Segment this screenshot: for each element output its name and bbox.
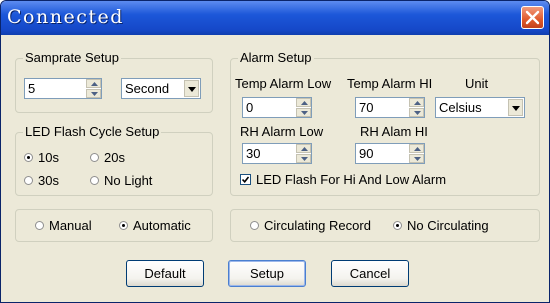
arrow-down-icon [301,111,308,115]
led-radio-no-light-label: No Light [104,173,153,188]
radio-indicator [24,176,33,185]
rh-low-spin-up-button[interactable] [296,144,311,153]
arrow-up-icon [414,101,421,105]
rh-alarm-hi-label: RH Alam HI [360,124,428,139]
arrow-down-icon [301,157,308,161]
arrow-up-icon [414,147,421,151]
samprate-unit-select[interactable]: Second [121,78,201,99]
samprate-input[interactable] [25,79,86,98]
alarm-legend: Alarm Setup [238,50,314,66]
samprate-unit-dropdown-button[interactable] [184,80,199,97]
led-radio-20s-label: 20s [104,150,125,165]
unit-select[interactable]: Celsius [435,97,525,118]
samprate-group: Samprate Setup Second [15,50,213,113]
temp-low-spin-down-button[interactable] [296,108,311,117]
arrow-up-icon [91,82,98,86]
radio-indicator [35,221,44,230]
temp-hi-spin-up-button[interactable] [409,98,424,107]
arrow-up-icon [301,101,308,105]
cancel-button[interactable]: Cancel [331,260,409,287]
led-flash-group: LED Flash Cycle Setup 10s 20s 30s No Lig… [15,124,213,196]
close-icon [525,10,540,25]
radio-indicator [24,153,33,162]
temp-alarm-hi-spinner[interactable] [355,97,425,118]
arrow-up-icon [301,147,308,151]
led-flash-legend: LED Flash Cycle Setup [23,124,162,140]
samprate-spin-up-button[interactable] [86,79,101,88]
radio-indicator [393,221,402,230]
mode-radio-manual-label: Manual [49,218,92,233]
samprate-unit-value: Second [125,81,170,96]
radio-indicator [250,221,259,230]
temp-alarm-low-input[interactable] [243,98,296,117]
arrow-down-icon [414,111,421,115]
mode-group: Manual Automatic [15,209,213,242]
samprate-spin-down-button[interactable] [86,89,101,98]
unit-select-value: Celsius [439,100,482,115]
led-flash-alarm-label: LED Flash For Hi And Low Alarm [256,172,447,187]
checkbox-indicator [240,174,251,185]
radio-indicator [119,221,128,230]
rh-alarm-hi-input[interactable] [356,144,409,163]
samprate-spinner[interactable] [24,78,102,99]
temp-alarm-low-label: Temp Alarm Low [235,76,332,91]
close-button[interactable] [521,6,544,29]
led-radio-30s-label: 30s [38,173,59,188]
chevron-down-icon [512,106,520,111]
rh-alarm-hi-spinner[interactable] [355,143,425,164]
window-title: Connected [7,6,124,28]
dialog-window: Connected Samprate Setup Second LED F [0,0,550,303]
alarm-group: Alarm Setup Temp Alarm Low Temp Alarm HI… [230,50,540,196]
title-bar[interactable]: Connected [1,1,549,35]
arrow-down-icon [91,92,98,96]
mode-radio-automatic-label: Automatic [133,218,191,233]
arrow-down-icon [414,157,421,161]
record-radio-no-circulating-label: No Circulating [407,218,489,233]
setup-button[interactable]: Setup [228,260,306,287]
led-radio-10s-label: 10s [38,150,59,165]
unit-dropdown-button[interactable] [508,99,523,116]
temp-low-spin-up-button[interactable] [296,98,311,107]
temp-hi-spin-down-button[interactable] [409,108,424,117]
temp-alarm-hi-label: Temp Alarm HI [347,76,433,91]
rh-alarm-low-input[interactable] [243,144,296,163]
rh-low-spin-down-button[interactable] [296,154,311,163]
rh-hi-spin-down-button[interactable] [409,154,424,163]
rh-hi-spin-up-button[interactable] [409,144,424,153]
samprate-legend: Samprate Setup [23,50,121,66]
temp-alarm-hi-input[interactable] [356,98,409,117]
chevron-down-icon [188,87,196,92]
default-button[interactable]: Default [126,260,204,287]
record-radio-circulating-label: Circulating Record [264,218,371,233]
radio-indicator [90,176,99,185]
checkmark-icon [242,176,249,183]
rh-alarm-low-spinner[interactable] [242,143,312,164]
temp-alarm-low-spinner[interactable] [242,97,312,118]
rh-alarm-low-label: RH Alarm Low [240,124,324,139]
record-group: Circulating Record No Circulating [230,209,540,242]
unit-label: Unit [465,76,489,91]
radio-indicator [90,153,99,162]
